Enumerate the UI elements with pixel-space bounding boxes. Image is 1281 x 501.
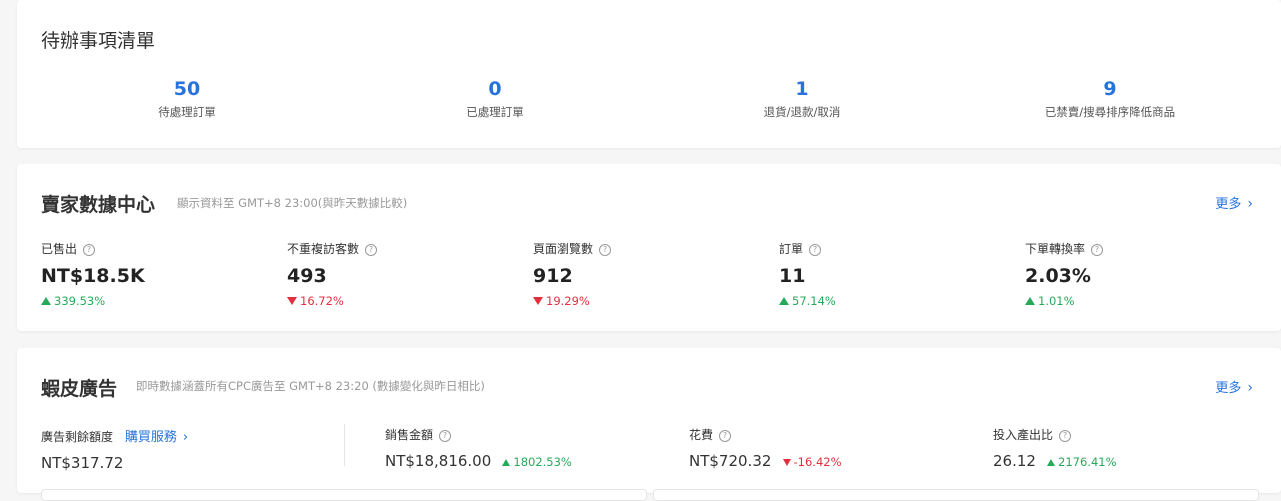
metric-value: 493: [287, 265, 327, 287]
ad-metric-change-value: 1802.53%: [513, 455, 572, 469]
ad-metric-value: NT$18,816.00: [385, 452, 492, 470]
buy-service-link[interactable]: 購買服務 ›: [125, 430, 188, 445]
arrow-up-icon: [779, 297, 789, 305]
ad-metric-spend[interactable]: 花費? NT$720.32 -16.42%: [689, 426, 842, 470]
todo-label: 已處理訂單: [466, 105, 524, 119]
data-center-title: 賣家數據中心: [41, 194, 156, 216]
ad-metric-change: 1802.53%: [502, 455, 572, 469]
data-center-more-link[interactable]: 更多 ›: [1215, 193, 1253, 212]
todo-label: 已禁賣/搜尋排序降低商品: [1044, 105, 1176, 119]
metric-change: 339.53%: [41, 294, 271, 308]
metric-label: 訂單: [779, 242, 804, 256]
data-center-subtitle: 顯示資料至 GMT+8 23:00(與昨天數據比較): [177, 196, 408, 210]
todo-count: 0: [488, 78, 502, 100]
buy-service-label: 購買服務: [124, 430, 177, 445]
metric-change-value: 19.29%: [546, 294, 590, 308]
metric-label: 頁面瀏覽數: [533, 242, 594, 256]
ad-balance-label: 廣告剩餘額度: [41, 430, 114, 444]
metric-change: 19.29%: [533, 294, 763, 308]
metric-change-value: 339.53%: [54, 294, 106, 308]
metric-change: 16.72%: [287, 294, 517, 308]
metric-sold[interactable]: 已售出? NT$18.5K 339.53%: [41, 240, 271, 308]
todo-card: 待辦事項清單: [17, 0, 1281, 148]
question-circle-icon[interactable]: ?: [439, 429, 452, 442]
metric-orders[interactable]: 訂單? 11 57.14%: [779, 240, 1009, 308]
metric-change: 1.01%: [1025, 294, 1255, 308]
question-circle-icon[interactable]: ?: [365, 243, 378, 256]
ad-metric-value: NT$720.32: [689, 452, 772, 470]
todo-count: 1: [795, 78, 809, 100]
ad-metric-label: 花費: [689, 428, 714, 442]
todo-label: 待處理訂單: [158, 105, 216, 119]
todo-item-processed-orders[interactable]: 0 已處理訂單: [345, 78, 645, 120]
arrow-up-icon: [41, 297, 51, 305]
ad-metric-value: 26.12: [993, 452, 1036, 470]
metric-value: NT$18.5K: [41, 265, 145, 287]
metric-label: 已售出: [41, 242, 78, 256]
ad-metric-change-value: 2176.41%: [1058, 455, 1117, 469]
arrow-down-icon: [533, 297, 543, 305]
arrow-down-icon: [782, 459, 791, 466]
metric-label: 下單轉換率: [1025, 242, 1086, 256]
ads-subtitle: 即時數據涵蓋所有CPC廣告至 GMT+8 23:20 (數據變化與昨日相比): [136, 379, 485, 393]
more-label: 更多: [1215, 197, 1242, 212]
arrow-down-icon: [287, 297, 297, 305]
ad-balance-value: NT$317.72: [41, 454, 124, 472]
question-circle-icon[interactable]: ?: [83, 243, 96, 256]
ad-metric-change: -16.42%: [782, 455, 842, 469]
ad-metric-roas[interactable]: 投入產出比? 26.12 2176.41%: [993, 426, 1117, 470]
metric-change-value: 57.14%: [792, 294, 836, 308]
ad-balance: 廣告剩餘額度 購買服務 › NT$317.72: [41, 426, 188, 472]
arrow-up-icon: [1025, 297, 1035, 305]
ads-subpanel-right: [653, 489, 1259, 501]
ad-metric-change: 2176.41%: [1047, 455, 1117, 469]
metric-unique-visitors[interactable]: 不重複訪客數? 493 16.72%: [287, 240, 517, 308]
chevron-right-icon: ›: [1247, 196, 1253, 212]
metric-conversion-rate[interactable]: 下單轉換率? 2.03% 1.01%: [1025, 240, 1255, 308]
metric-value: 2.03%: [1025, 265, 1091, 287]
ad-metric-label: 銷售金額: [385, 428, 434, 442]
divider: [344, 424, 345, 466]
chevron-right-icon: ›: [1247, 380, 1253, 396]
question-circle-icon[interactable]: ?: [1091, 243, 1104, 256]
arrow-up-icon: [502, 459, 511, 466]
ads-more-link[interactable]: 更多 ›: [1215, 377, 1253, 396]
todo-count: 50: [173, 78, 201, 100]
metric-page-views[interactable]: 頁面瀏覽數? 912 19.29%: [533, 240, 763, 308]
metric-label: 不重複訪客數: [287, 242, 360, 256]
ads-title: 蝦皮廣告: [41, 378, 118, 400]
question-circle-icon[interactable]: ?: [1059, 429, 1072, 442]
ads-card: 蝦皮廣告 即時數據涵蓋所有CPC廣告至 GMT+8 23:20 (數據變化與昨日…: [17, 348, 1281, 493]
question-circle-icon[interactable]: ?: [599, 243, 612, 256]
arrow-up-icon: [1047, 459, 1056, 466]
question-circle-icon[interactable]: ?: [809, 243, 822, 256]
ad-metric-change-value: -16.42%: [793, 455, 842, 469]
metric-value: 912: [533, 265, 573, 287]
metric-value: 11: [779, 265, 806, 287]
todo-item-pending-orders[interactable]: 50 待處理訂單: [37, 78, 337, 120]
ad-metric-label: 投入產出比: [993, 428, 1054, 442]
todo-item-returns[interactable]: 1 退貨/退款/取消: [652, 78, 952, 120]
todo-item-banned-products[interactable]: 9 已禁賣/搜尋排序降低商品: [960, 78, 1260, 120]
metric-change-value: 16.72%: [300, 294, 344, 308]
metric-change: 57.14%: [779, 294, 1009, 308]
todo-label: 退貨/退款/取消: [763, 105, 841, 119]
todo-title: 待辦事項清單: [41, 30, 156, 52]
todo-count: 9: [1103, 78, 1117, 100]
chevron-right-icon: ›: [182, 430, 189, 445]
more-label: 更多: [1215, 381, 1242, 396]
ad-metric-sales[interactable]: 銷售金額? NT$18,816.00 1802.53%: [385, 426, 572, 470]
ads-subpanel-left: [41, 489, 647, 501]
question-circle-icon[interactable]: ?: [719, 429, 732, 442]
metric-change-value: 1.01%: [1038, 294, 1075, 308]
